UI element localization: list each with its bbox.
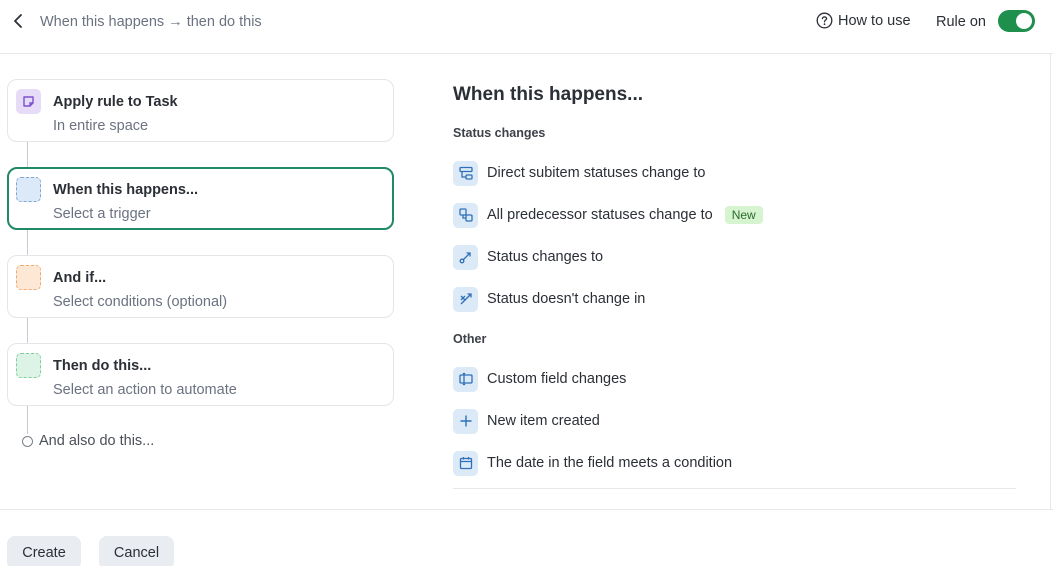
flow-connector (27, 141, 28, 169)
trigger-option-status-changes[interactable]: Status changes to (453, 243, 603, 271)
step-card-apply-rule[interactable]: Apply rule to Task In entire space (7, 79, 394, 142)
trigger-option-label: Direct subitem statuses change to (487, 165, 706, 181)
rule-status-label: Rule on (936, 14, 986, 30)
add-another-action[interactable]: And also do this... (22, 433, 154, 449)
subitems-icon (453, 160, 478, 186)
step-subtitle: In entire space (53, 118, 149, 134)
circle-icon (22, 435, 33, 447)
step-title: And if... (53, 270, 107, 286)
step-subtitle: Select an action to automate (53, 382, 237, 398)
back-button[interactable] (8, 11, 28, 31)
step-title: When this happens... (53, 182, 199, 198)
action-placeholder-icon (16, 353, 41, 378)
panel-divider (1050, 54, 1051, 510)
trigger-option-label: Status doesn't change in (487, 291, 646, 307)
trigger-option-new-item[interactable]: New item created (453, 407, 600, 435)
step-card-conditions[interactable]: And if... Select conditions (optional) (7, 255, 394, 318)
section-label-status-changes: Status changes (453, 126, 546, 140)
new-badge: New (724, 206, 763, 224)
dependency-icon (453, 202, 478, 228)
step-title: Then do this... (53, 358, 152, 374)
rule-toggle[interactable] (998, 10, 1035, 32)
toggle-knob (1016, 13, 1032, 29)
trigger-option-label: Status changes to (487, 249, 604, 265)
condition-placeholder-icon (16, 265, 41, 290)
trigger-option-status-unchanged[interactable]: Status doesn't change in (453, 285, 645, 313)
trigger-option-subitem-statuses[interactable]: Direct subitem statuses change to (453, 159, 705, 187)
custom-field-icon (453, 366, 478, 392)
task-icon (16, 89, 41, 114)
trigger-option-predecessor-statuses[interactable]: All predecessor statuses change to New (453, 201, 763, 229)
header: When this happens → then do this How to … (0, 0, 1053, 54)
divider (453, 488, 1016, 489)
how-to-use-label: How to use (838, 12, 911, 29)
footer-divider (0, 509, 1053, 510)
calendar-icon (453, 450, 478, 476)
trigger-option-custom-field[interactable]: Custom field changes (453, 365, 626, 393)
flow-connector (27, 317, 28, 345)
chevron-left-icon (14, 14, 22, 28)
section-label-other: Other (453, 332, 487, 346)
step-card-trigger[interactable]: When this happens... Select a trigger (7, 167, 394, 230)
status-change-icon (453, 244, 478, 270)
trigger-placeholder-icon (16, 177, 41, 202)
flow-connector (27, 229, 28, 257)
trigger-option-label: New item created (487, 413, 600, 429)
trigger-panel-title: When this happens... (453, 84, 644, 105)
flow-connector (27, 405, 28, 434)
step-subtitle: Select a trigger (53, 206, 151, 222)
status-no-change-icon (453, 286, 478, 312)
trigger-option-label: All predecessor statuses change to (487, 207, 713, 223)
how-to-use-link[interactable]: How to use (816, 12, 911, 29)
add-another-action-label: And also do this... (39, 433, 155, 449)
cancel-button[interactable]: Cancel (99, 536, 174, 566)
trigger-option-label: Custom field changes (487, 371, 627, 387)
plus-icon (453, 408, 478, 434)
trigger-option-date-condition[interactable]: The date in the field meets a condition (453, 449, 732, 477)
trigger-option-label: The date in the field meets a condition (487, 455, 733, 471)
help-circle-icon (816, 12, 833, 29)
step-subtitle: Select conditions (optional) (53, 294, 228, 310)
create-button[interactable]: Create (7, 536, 81, 566)
step-title: Apply rule to Task (53, 94, 178, 110)
page-title: When this happens → then do this (40, 14, 262, 30)
step-card-action[interactable]: Then do this... Select an action to auto… (7, 343, 394, 406)
